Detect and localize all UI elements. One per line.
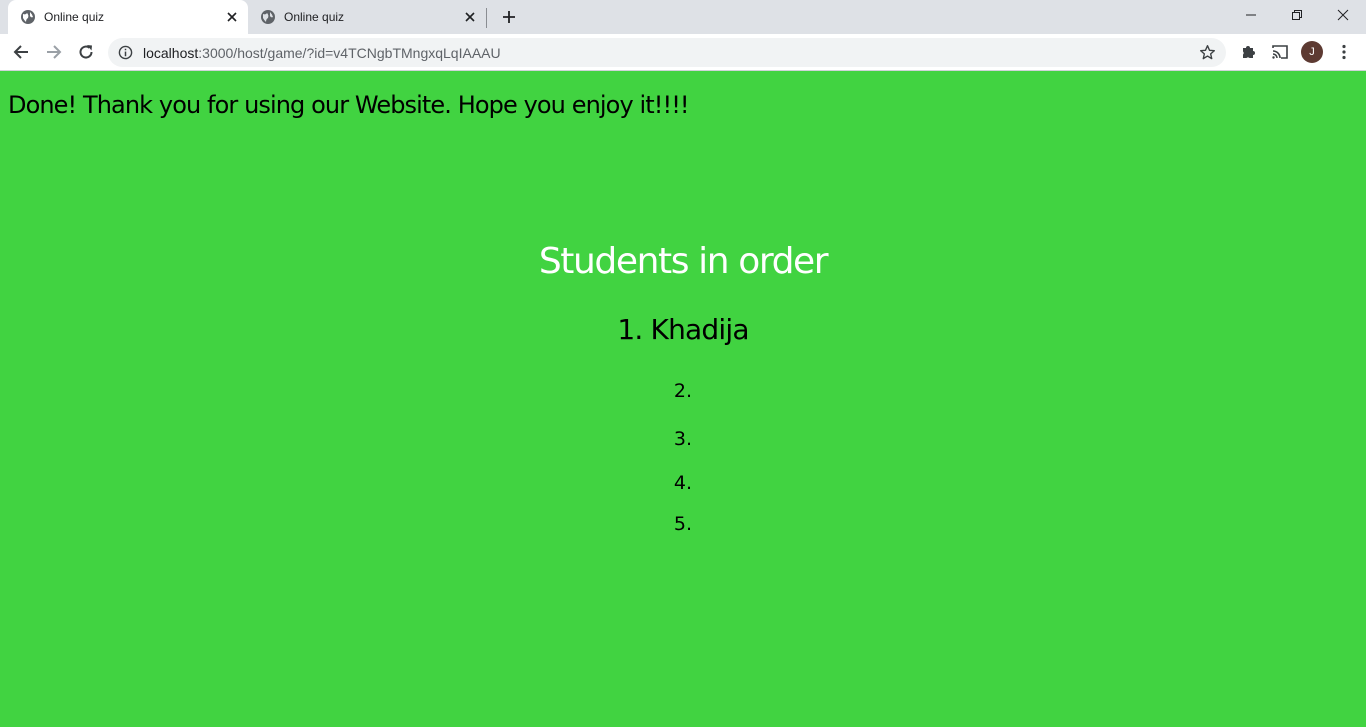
rank-label: 4. xyxy=(673,472,693,494)
reload-button[interactable] xyxy=(72,38,100,66)
restore-button[interactable] xyxy=(1274,0,1320,30)
reload-icon xyxy=(79,45,93,59)
tab-strip: Online quiz Online quiz xyxy=(0,0,1366,34)
globe-icon xyxy=(21,10,35,24)
forward-button[interactable] xyxy=(40,38,68,66)
rank-label: 2. xyxy=(673,380,693,402)
more-vert-icon xyxy=(1342,44,1346,60)
menu-button[interactable] xyxy=(1333,41,1355,63)
tab-separator xyxy=(486,8,487,28)
cast-button[interactable] xyxy=(1269,41,1291,63)
minimize-icon xyxy=(1246,14,1256,16)
page-content: Done! Thank you for using our Website. H… xyxy=(0,71,1366,727)
close-icon[interactable] xyxy=(224,9,240,25)
done-message: Done! Thank you for using our Website. H… xyxy=(8,91,690,119)
star-icon[interactable] xyxy=(1199,44,1216,61)
rank-item-5: 5. xyxy=(0,513,1366,535)
url-text: localhost:3000/host/game/?id=v4TCNgbTMng… xyxy=(143,45,501,61)
arrow-left-icon xyxy=(13,45,28,59)
tab-title: Online quiz xyxy=(44,10,105,24)
rank-label: 3. xyxy=(673,428,693,450)
info-icon[interactable] xyxy=(118,45,133,60)
arrow-right-icon xyxy=(47,45,62,59)
minimize-button[interactable] xyxy=(1228,0,1274,30)
tab-online-quiz-1[interactable]: Online quiz xyxy=(8,0,248,34)
new-tab-button[interactable] xyxy=(498,6,520,28)
rank-item-4: 4. xyxy=(0,472,1366,494)
rank-item-2: 2. xyxy=(0,380,1366,402)
extensions-button[interactable] xyxy=(1237,41,1259,63)
rank-item-1: 1. Khadija xyxy=(617,313,749,346)
profile-avatar[interactable]: J xyxy=(1301,41,1323,63)
tab-online-quiz-2[interactable]: Online quiz xyxy=(248,0,486,34)
address-bar[interactable]: localhost:3000/host/game/?id=v4TCNgbTMng… xyxy=(108,38,1226,67)
close-icon xyxy=(1337,9,1349,21)
close-icon[interactable] xyxy=(462,9,478,25)
cast-icon xyxy=(1272,45,1288,59)
back-button[interactable] xyxy=(7,38,35,66)
tab-title: Online quiz xyxy=(284,10,345,24)
url-host: localhost xyxy=(143,45,199,61)
rank-item-3: 3. xyxy=(0,428,1366,450)
restore-icon xyxy=(1292,10,1302,20)
rank-label: 5. xyxy=(673,513,693,535)
plus-icon xyxy=(503,11,515,23)
url-path: :3000/host/game/?id=v4TCNgbTMngxqLqIAAAU xyxy=(198,45,501,61)
students-heading: Students in order xyxy=(538,241,829,282)
close-window-button[interactable] xyxy=(1320,0,1366,30)
browser-toolbar: localhost:3000/host/game/?id=v4TCNgbTMng… xyxy=(0,34,1366,71)
globe-icon xyxy=(261,10,275,24)
puzzle-icon xyxy=(1243,46,1255,58)
